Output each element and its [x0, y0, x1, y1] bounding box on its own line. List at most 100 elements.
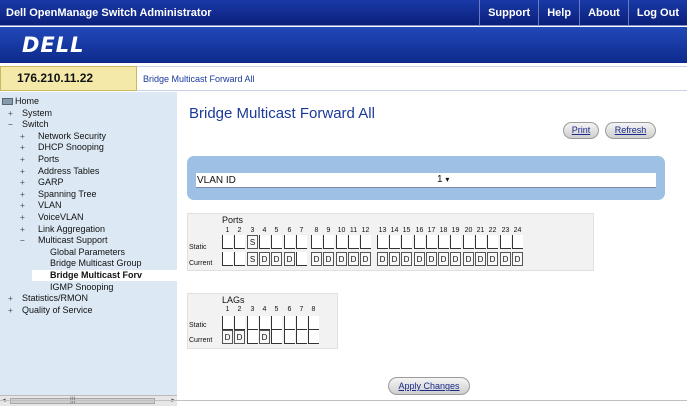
ports-static-cell[interactable] [512, 235, 523, 249]
ports-static-cell[interactable] [234, 235, 245, 249]
ports-number: 7 [299, 227, 304, 234]
expand-icon[interactable]: + [8, 293, 18, 304]
expand-icon[interactable]: + [8, 305, 18, 316]
about-link[interactable]: About [579, 0, 628, 26]
tree-item[interactable]: + Statistics/RMON [8, 293, 88, 304]
ports-current-cell [222, 252, 233, 266]
ports-current-cell: D [377, 252, 388, 266]
tree-item-label: Address Tables [38, 165, 100, 176]
apply-changes-button[interactable]: Apply Changes [388, 377, 470, 395]
ports-static-cell[interactable] [259, 235, 270, 249]
expand-icon[interactable]: + [20, 177, 30, 188]
ports-static-cell[interactable] [487, 235, 498, 249]
help-link[interactable]: Help [538, 0, 579, 26]
tree-item[interactable]: Bridge Multicast Group [32, 258, 142, 269]
ports-current-cell: D [360, 252, 371, 266]
ports-static-cell[interactable] [463, 235, 474, 249]
ports-static-cell[interactable] [336, 235, 347, 249]
vlan-id-value: 1 [437, 174, 443, 185]
vlan-id-select[interactable]: 1 ▾ [437, 174, 449, 185]
tree-item-label: DHCP Snooping [38, 142, 104, 153]
tree-item[interactable]: + GARP [20, 177, 64, 188]
ports-static-cell[interactable] [348, 235, 359, 249]
tree-item[interactable]: + DHCP Snooping [20, 142, 104, 153]
ports-current-cell: D [271, 252, 282, 266]
dropdown-arrow-icon: ▾ [445, 175, 450, 184]
expand-icon[interactable]: + [20, 189, 30, 200]
lags-static-cell[interactable] [234, 316, 245, 330]
lags-static-cell[interactable] [296, 316, 307, 330]
tree-item-label: Switch [22, 119, 49, 130]
refresh-button[interactable]: Refresh [605, 122, 656, 139]
top-menu-bar: Dell OpenManage Switch Administrator Sup… [0, 0, 687, 26]
tree-item[interactable]: + Link Aggregation [20, 224, 105, 235]
support-link[interactable]: Support [479, 0, 538, 26]
ports-current-cell: D [500, 252, 511, 266]
lags-static-cell[interactable] [247, 316, 258, 330]
collapse-icon[interactable]: − [8, 119, 18, 130]
ports-current-cell: D [414, 252, 425, 266]
tree-item[interactable]: IGMP Snooping [32, 282, 113, 293]
ports-static-cell[interactable] [360, 235, 371, 249]
log-out-link[interactable]: Log Out [627, 0, 687, 26]
ports-static-cell[interactable] [500, 235, 511, 249]
lags-static-cell[interactable] [284, 316, 295, 330]
tree-item[interactable]: + Network Security [20, 131, 106, 142]
tree-item[interactable]: − Multicast Support [20, 235, 108, 246]
page-title: Bridge Multicast Forward All [189, 105, 375, 122]
tree-item[interactable]: + Quality of Service [8, 305, 93, 316]
ports-static-cell[interactable] [389, 235, 400, 249]
lags-static-cell[interactable] [308, 316, 319, 330]
expand-icon[interactable]: + [20, 131, 30, 142]
lags-static-cell[interactable] [259, 316, 270, 330]
expand-icon[interactable]: + [20, 142, 30, 153]
lags-static-cell[interactable] [222, 316, 233, 330]
ports-static-cell[interactable] [450, 235, 461, 249]
ports-number: 9 [326, 227, 331, 234]
tree-item-label: Bridge Multicast Group [50, 258, 142, 269]
tree-item-label: VoiceVLAN [38, 212, 84, 222]
ports-static-cell[interactable] [222, 235, 233, 249]
tree-item-label: VLAN [38, 200, 62, 211]
ports-static-cell[interactable] [475, 235, 486, 249]
ports-current-cell: D [311, 252, 322, 266]
tree-item-label: Global Parameters [50, 246, 126, 257]
ports-static-cell[interactable] [296, 235, 307, 249]
device-ip: 176.210.11.22 [0, 66, 137, 91]
ports-static-cell[interactable] [311, 235, 322, 249]
expand-icon[interactable]: + [20, 224, 30, 235]
print-button[interactable]: Print [563, 122, 599, 139]
tree-item[interactable]: + VLAN [20, 200, 62, 211]
lags-static-cell[interactable] [271, 316, 282, 330]
ports-static-cell[interactable] [271, 235, 282, 249]
tree-item[interactable]: Home [2, 96, 39, 107]
ports-number: 22 [488, 227, 497, 234]
tree-item[interactable]: + Ports [20, 154, 59, 165]
ports-number: 12 [361, 227, 370, 234]
expand-icon[interactable]: + [20, 212, 30, 223]
expand-icon[interactable]: + [20, 154, 30, 165]
tree-item[interactable]: Global Parameters [32, 247, 125, 258]
ports-static-cell[interactable] [414, 235, 425, 249]
tree-item[interactable]: Bridge Multicast Forv [32, 270, 177, 281]
lags-current-cell: D [259, 330, 270, 344]
tree-item[interactable]: − Switch [8, 119, 49, 130]
ports-static-cell[interactable]: S [247, 235, 258, 249]
ports-static-cell[interactable] [377, 235, 388, 249]
expand-icon[interactable]: + [20, 200, 30, 211]
expand-icon[interactable]: + [8, 108, 18, 119]
expand-icon[interactable]: + [20, 166, 30, 177]
collapse-icon[interactable]: − [20, 235, 30, 246]
tree-item[interactable]: + System [8, 108, 52, 119]
tree-item[interactable]: + VoiceVLAN [20, 212, 84, 223]
ports-static-cell[interactable] [323, 235, 334, 249]
tree-item-label: Statistics/RMON [22, 293, 89, 304]
scrollbar-thumb[interactable] [10, 398, 155, 404]
ports-static-cell[interactable] [284, 235, 295, 249]
tree-item[interactable]: + Address Tables [20, 166, 99, 177]
tree-item[interactable]: + Spanning Tree [20, 189, 97, 200]
ports-static-cell[interactable] [438, 235, 449, 249]
ports-static-cell[interactable] [426, 235, 437, 249]
ports-static-cell[interactable] [401, 235, 412, 249]
ports-number: 24 [513, 227, 522, 234]
